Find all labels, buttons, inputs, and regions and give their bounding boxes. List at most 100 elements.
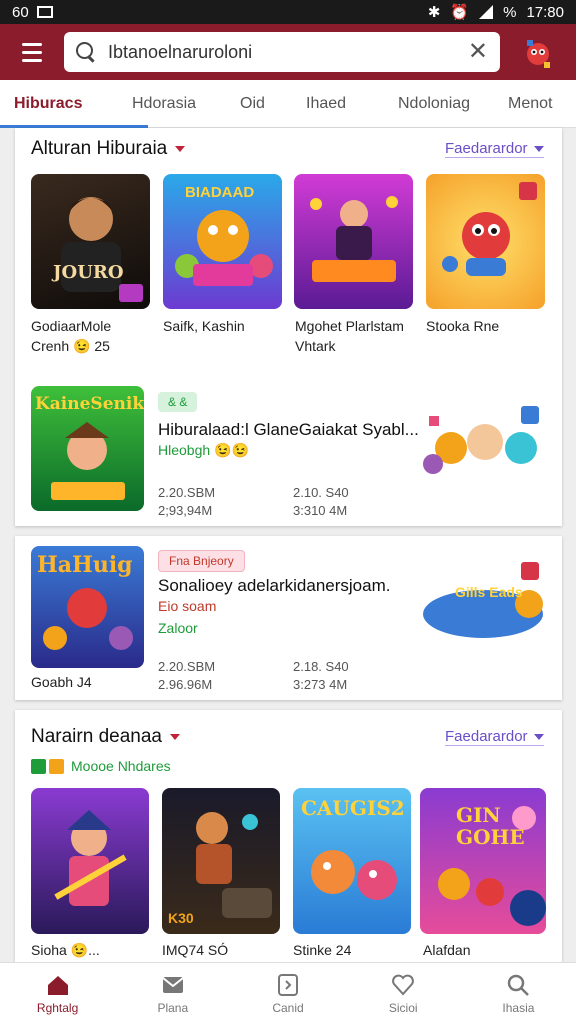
featured-title-2[interactable]: Sonalioey adelarkidanersjoam. (158, 576, 390, 596)
nav-favorites[interactable]: Sicioi (346, 963, 461, 1024)
featured-side-art-1[interactable] (419, 398, 547, 482)
search-icon (506, 973, 530, 997)
thumb-art-text: JOURO (53, 262, 124, 283)
featured-caption: Goabh J4 (31, 674, 92, 690)
tab-hdorasia[interactable]: Hdorasia (132, 80, 240, 128)
featured-line2: Eio soam (158, 598, 217, 614)
thumb-art-text: BIADAAD (185, 184, 255, 201)
tab-ihaed[interactable]: Ihaed (306, 80, 398, 128)
featured-card-2: HaHuig Goabh J4 Fna Bnjeory Sonalioey ad… (15, 536, 562, 700)
stat-4: 2.18. S40 3:273 4M (293, 659, 349, 692)
section-card-new: Narairn deanaa Faedarardor Moooe Nhdares… (15, 710, 562, 962)
bluetooth-icon: ✱ (427, 4, 441, 21)
nav-search[interactable]: Ihasia (461, 963, 576, 1024)
chevron-down-icon (533, 145, 544, 152)
card-icon (276, 973, 300, 997)
bottom-nav: Rghtalg Plana Canid Sicioi Ihasia (0, 962, 576, 1024)
stat-1: 2.20.SBM 2;93,94M (158, 485, 216, 518)
tab-menot[interactable]: Menot (508, 80, 568, 128)
featured-badge: & & (158, 392, 198, 412)
thumb-art-text: KaineSenik (35, 394, 144, 414)
featured-line3: Zaloor (158, 620, 198, 636)
game-label-8: Alafdan (423, 942, 471, 958)
thumb-art-text: GIN GOHE (456, 803, 525, 849)
battery-text: % (503, 3, 517, 21)
game-thumb-4[interactable] (426, 174, 545, 309)
game-label-4: Stooka Rne (426, 316, 499, 336)
thumb-art-text: K30 (168, 910, 194, 926)
mail-icon (161, 973, 185, 997)
filter-label: Faedarardor (445, 728, 528, 745)
app-header: Ibtanoelnaruroloni ✕ (0, 24, 576, 80)
search-icon[interactable] (76, 42, 96, 62)
featured-chip: Fna Bnjeory (158, 550, 245, 572)
nav-label: Ihasia (502, 1000, 535, 1015)
tab-oid[interactable]: Oid (240, 80, 306, 128)
chevron-down-icon[interactable] (175, 146, 186, 152)
game-label-1-line2: Crenh 😉 25 (31, 338, 110, 354)
filter-dropdown-2[interactable]: Faedarardor (445, 728, 544, 746)
status-left-text: 60 (12, 3, 29, 21)
tag-row: Moooe Nhdares (31, 758, 171, 774)
chevron-down-icon[interactable] (169, 734, 180, 740)
hamburger-icon[interactable] (0, 24, 64, 80)
nav-label: Canid (272, 1000, 304, 1015)
game-label-3: Mgohet Plarlstam Vhtark (295, 316, 404, 356)
section-card-popular: Alturan Hiburaia Faedarardor JOURO BIADA… (15, 128, 562, 526)
game-label-1-line1: GodiaarMole (31, 318, 112, 334)
section-title: Alturan Hiburaia (31, 138, 186, 160)
badge-icon (521, 562, 539, 580)
game-thumb-5[interactable] (31, 788, 149, 934)
tab-bar: Hiburacs Hdorasia Oid Ihaed Ndoloniag Me… (0, 80, 576, 128)
game-label-7: Stinke 24 (293, 942, 352, 958)
screen-icon (36, 6, 53, 18)
game-label-3-line1: Mgohet Plarlstam (295, 318, 404, 334)
tab-ndoloniag[interactable]: Ndoloniag (398, 80, 508, 128)
search-bar[interactable]: Ibtanoelnaruroloni ✕ (64, 32, 500, 72)
mascot-avatar-icon[interactable] (518, 32, 558, 72)
nav-mail[interactable]: Plana (115, 963, 230, 1024)
game-label-6: IMQ74 SÓ (162, 942, 229, 958)
section-title-2: Narairn deanaa (31, 726, 180, 748)
featured-thumb-1[interactable]: KaineSenik (31, 386, 144, 511)
game-thumb-2[interactable]: BIADAAD (163, 174, 282, 309)
featured-side-art-2[interactable]: Gills Eads (419, 554, 547, 644)
game-label-1: GodiaarMole Crenh 😉 25 (31, 316, 111, 356)
thumb-art-text: Gills Eads (455, 584, 523, 600)
filter-label: Faedarardor (445, 140, 528, 157)
tag-icon (49, 758, 64, 774)
section-title-text: Alturan Hiburaia (31, 138, 168, 159)
game-thumb-7[interactable]: CAUGIS2 (293, 788, 411, 934)
featured-title[interactable]: Hiburalaad:l GlaneGaiakat Syabl... (158, 420, 419, 440)
home-icon (46, 973, 70, 997)
tab-hiburacs[interactable]: Hiburacs (0, 80, 148, 128)
thumb-art-text: CAUGIS2 (301, 796, 405, 820)
nav-label: Plana (157, 1000, 189, 1015)
filter-dropdown[interactable]: Faedarardor (445, 140, 544, 158)
status-time: 17:80 (526, 3, 564, 21)
nav-label: Rghtalg (36, 1000, 79, 1015)
tag-label[interactable]: Moooe Nhdares (71, 758, 171, 774)
game-thumb-1[interactable]: JOURO (31, 174, 150, 309)
game-label-3-line2: Vhtark (295, 338, 336, 354)
game-thumb-3[interactable] (294, 174, 413, 309)
search-input[interactable]: Ibtanoelnaruroloni (96, 42, 468, 63)
game-label-2: Saifk, Kashin (163, 316, 245, 336)
game-label-4-line1: Stooka Rne (426, 318, 500, 334)
status-bar: 60 ✱ ⏰ % 17:80 (0, 0, 576, 24)
game-thumb-6[interactable]: K30 (162, 788, 280, 934)
signal-icon (479, 5, 494, 19)
heart-icon (391, 973, 415, 997)
featured-thumb-2[interactable]: HaHuig (31, 546, 144, 668)
game-label-2-line1: Saifk, Kashin (163, 318, 245, 334)
stat-2: 2.10. S40 3:310 4M (293, 485, 349, 518)
featured-subtitle: Hleobgh 😉😉 (158, 442, 249, 458)
nav-label: Sicioi (388, 1000, 418, 1015)
badge-icon (519, 182, 537, 200)
close-icon[interactable]: ✕ (468, 40, 488, 64)
game-thumb-8[interactable]: GIN GOHE (420, 788, 546, 934)
chevron-down-icon (533, 733, 544, 740)
nav-home[interactable]: Rghtalg (0, 963, 115, 1024)
nav-card[interactable]: Canid (230, 963, 345, 1024)
badge-icon (521, 406, 539, 424)
